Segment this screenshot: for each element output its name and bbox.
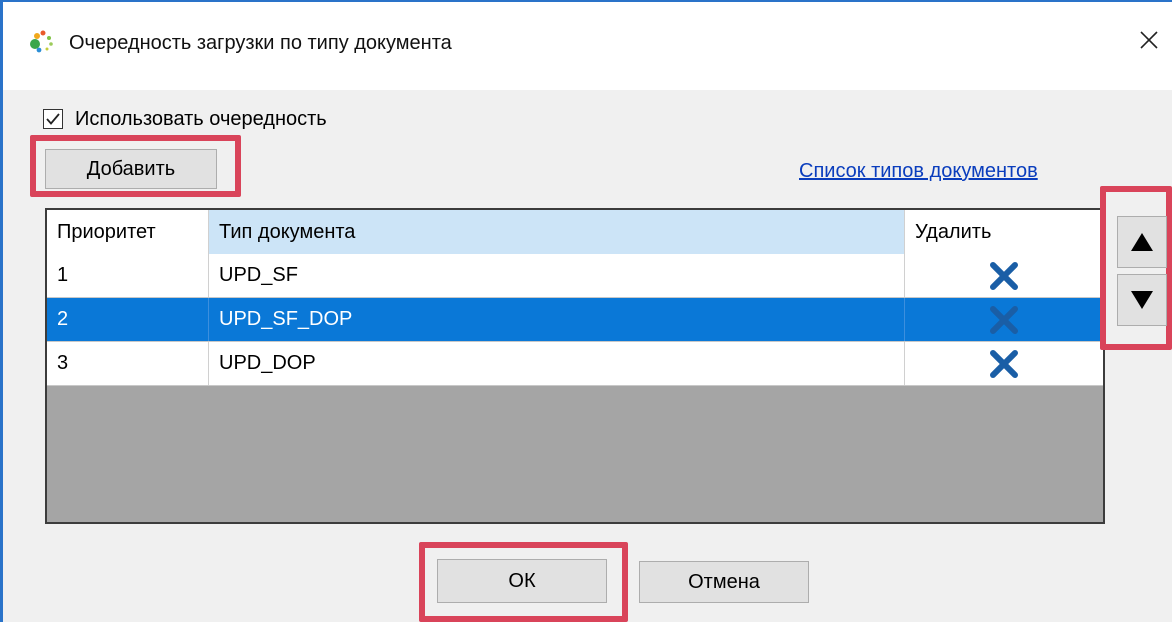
priority-table: Приоритет Тип документа Удалить 1 UPD_SF… bbox=[45, 208, 1105, 524]
doc-type-cell[interactable]: UPD_DOP bbox=[209, 342, 905, 385]
dialog-title: Очередность загрузки по типу документа bbox=[69, 32, 452, 54]
table-header: Приоритет Тип документа Удалить bbox=[47, 210, 1103, 255]
delete-x-icon bbox=[990, 305, 1018, 334]
delete-row-button[interactable] bbox=[905, 342, 1103, 385]
move-down-button[interactable] bbox=[1117, 274, 1167, 326]
doc-type-cell[interactable]: UPD_SF_DOP bbox=[209, 298, 905, 341]
use-priority-label: Использовать очередность bbox=[75, 107, 327, 130]
close-icon bbox=[1139, 30, 1159, 55]
use-priority-checkbox[interactable] bbox=[43, 109, 63, 129]
dialog-window: Очередность загрузки по типу документа И… bbox=[0, 0, 1172, 622]
delete-row-button[interactable] bbox=[905, 298, 1103, 341]
delete-x-icon bbox=[990, 261, 1018, 290]
column-header-priority[interactable]: Приоритет bbox=[47, 210, 209, 254]
add-button[interactable]: Добавить bbox=[45, 149, 217, 189]
priority-cell[interactable]: 2 bbox=[47, 298, 209, 341]
title-bar: Очередность загрузки по типу документа bbox=[3, 2, 1172, 90]
ok-button[interactable]: ОК bbox=[437, 559, 607, 603]
close-button[interactable] bbox=[1131, 24, 1167, 60]
arrow-down-icon bbox=[1131, 291, 1153, 309]
cancel-button[interactable]: Отмена bbox=[639, 561, 809, 603]
priority-cell[interactable]: 1 bbox=[47, 254, 209, 297]
app-logo-icon bbox=[29, 28, 57, 56]
column-header-doc-type[interactable]: Тип документа bbox=[209, 210, 905, 254]
table-row[interactable]: 3 UPD_DOP bbox=[47, 342, 1103, 386]
delete-row-button[interactable] bbox=[905, 254, 1103, 297]
table-row-selected[interactable]: 2 UPD_SF_DOP bbox=[47, 298, 1103, 342]
column-header-delete[interactable]: Удалить bbox=[905, 210, 1103, 254]
arrow-up-icon bbox=[1131, 233, 1153, 251]
doc-type-cell[interactable]: UPD_SF bbox=[209, 254, 905, 297]
priority-cell[interactable]: 3 bbox=[47, 342, 209, 385]
table-row[interactable]: 1 UPD_SF bbox=[47, 254, 1103, 298]
checkmark-icon bbox=[46, 113, 60, 125]
doc-types-list-link[interactable]: Список типов документов bbox=[799, 160, 1038, 183]
use-priority-option[interactable]: Использовать очередность bbox=[43, 106, 327, 132]
delete-x-icon bbox=[990, 349, 1018, 378]
move-up-button[interactable] bbox=[1117, 216, 1167, 268]
